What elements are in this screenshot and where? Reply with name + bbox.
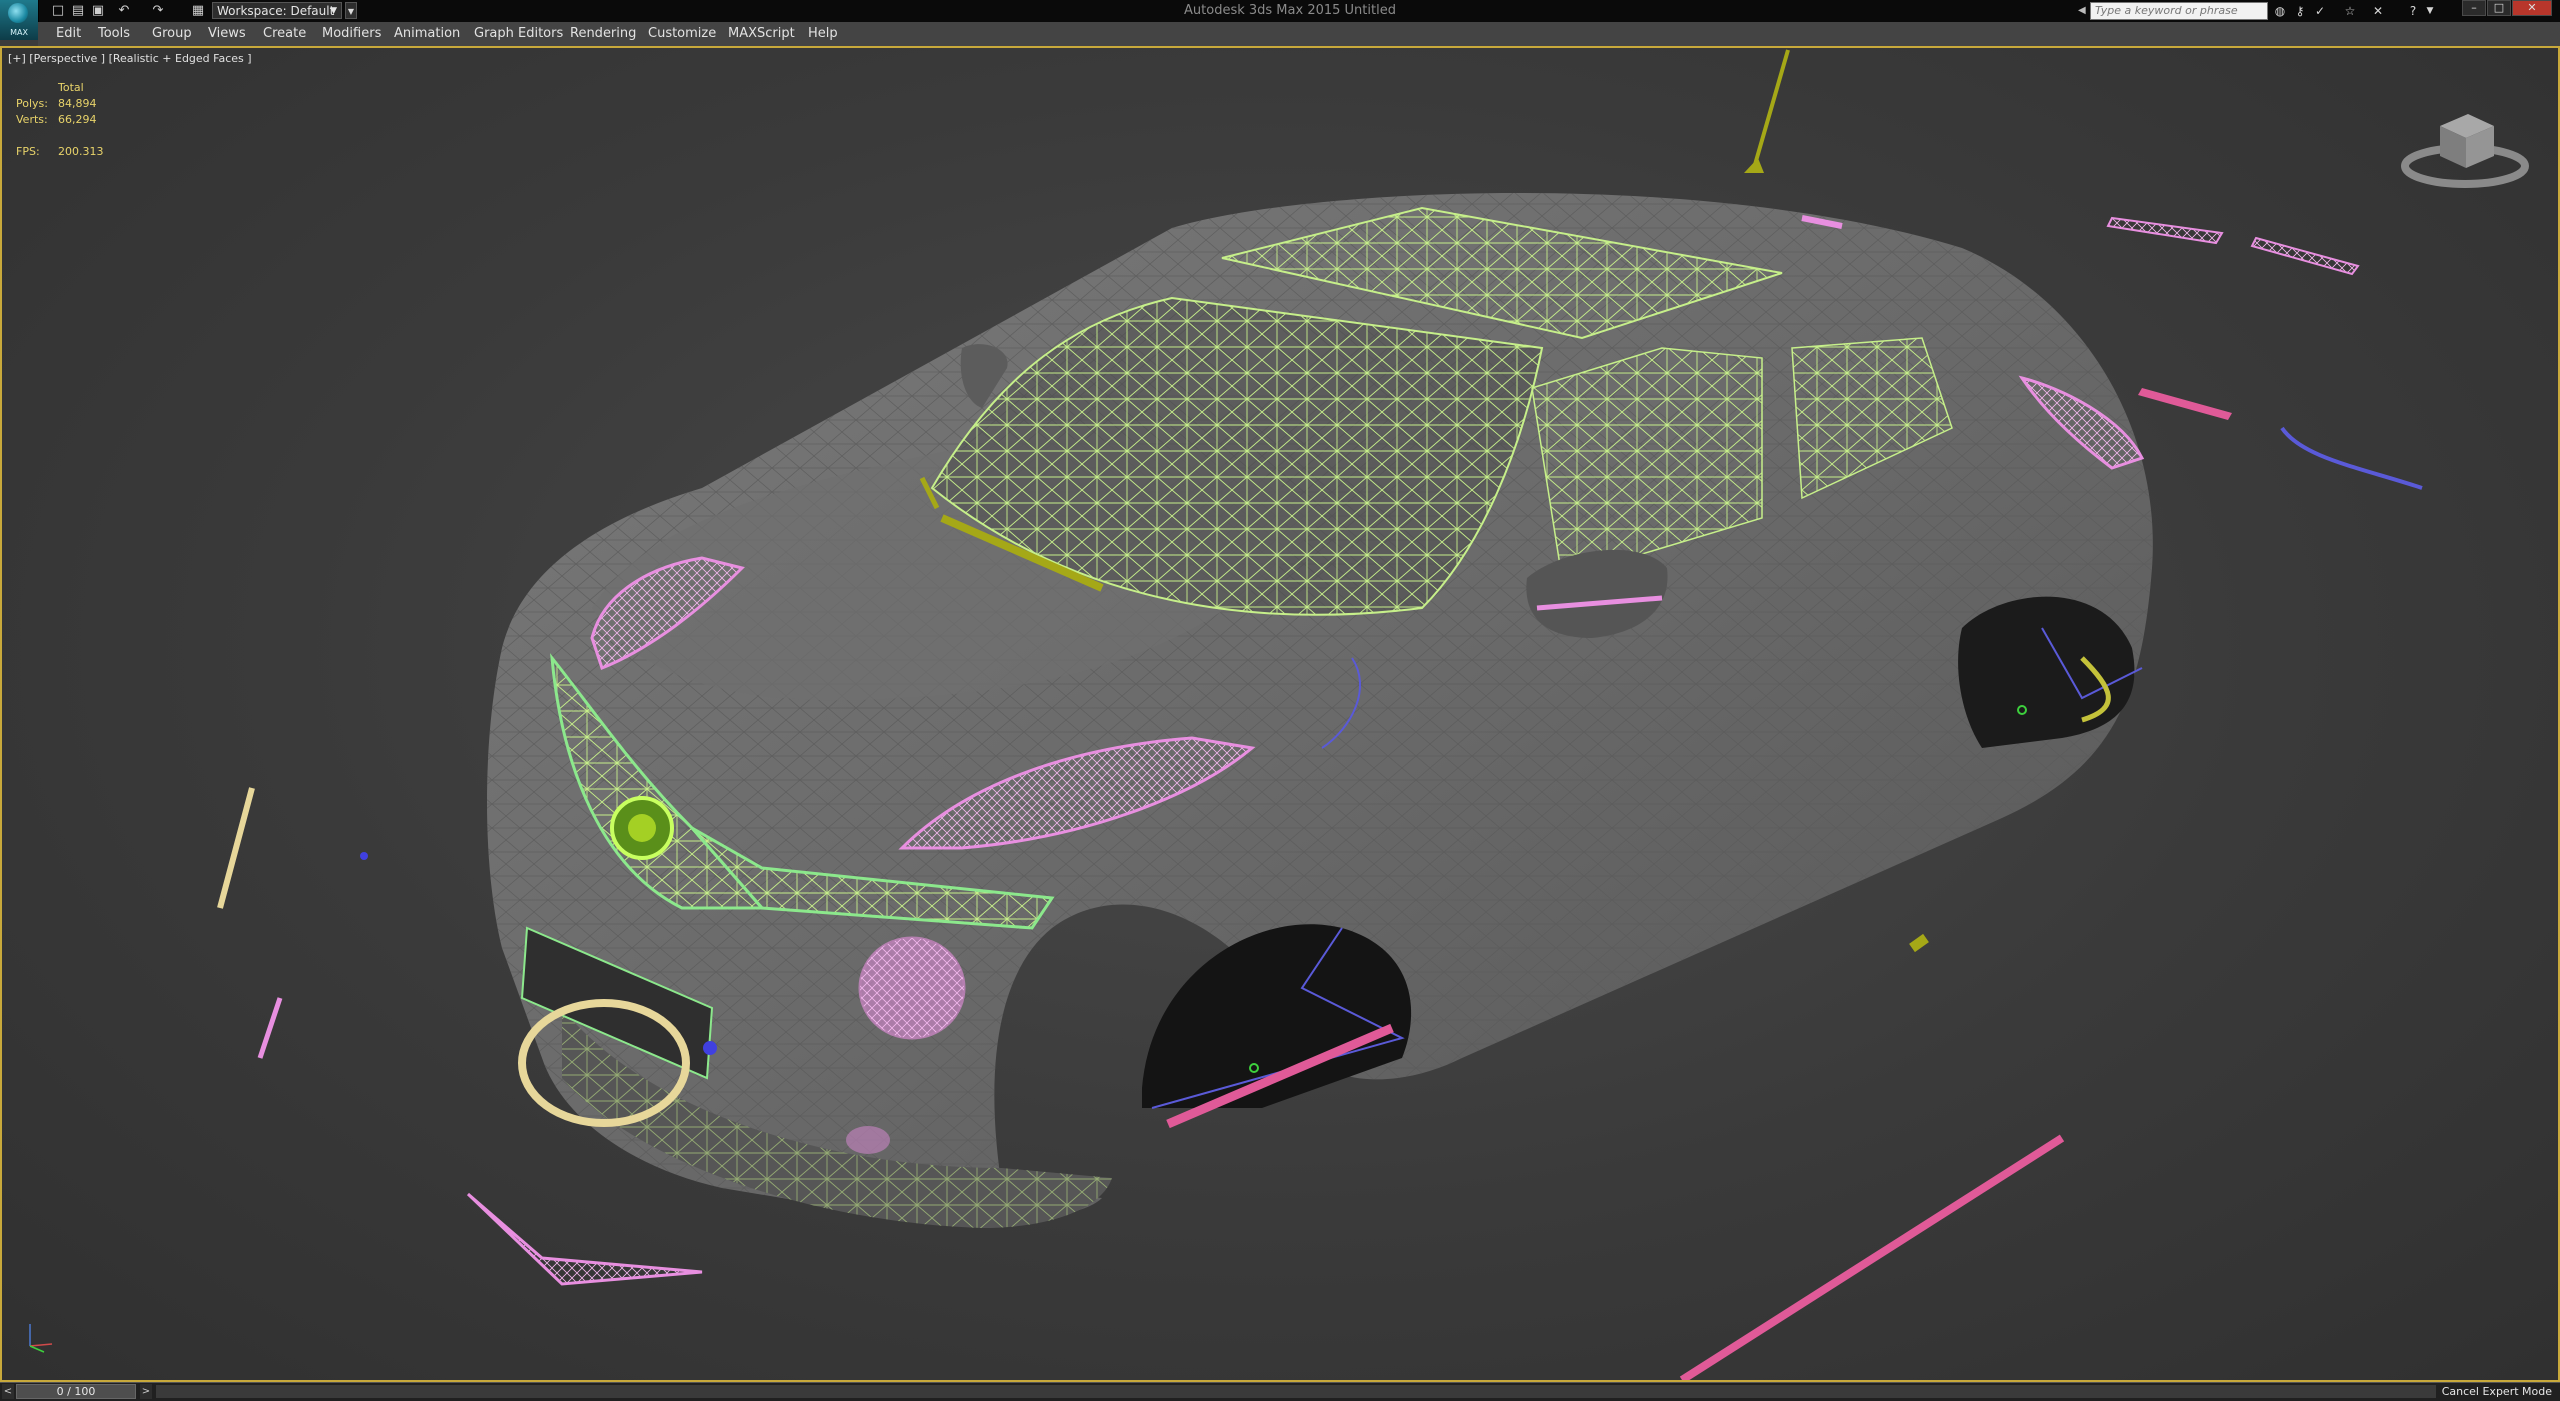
time-slider-prev-button[interactable]: < bbox=[2, 1384, 14, 1399]
help-icon[interactable]: ? bbox=[2405, 3, 2421, 19]
menu-help[interactable]: Help bbox=[808, 22, 838, 46]
pivot-point-blue bbox=[703, 1041, 717, 1055]
search-input[interactable]: Type a keyword or phrase bbox=[2090, 2, 2268, 20]
polys-value: 84,894 bbox=[58, 97, 97, 110]
scene-3d-render[interactable] bbox=[2, 48, 2558, 1380]
menu-customize[interactable]: Customize bbox=[648, 22, 716, 46]
time-slider[interactable]: 0 / 100 bbox=[16, 1384, 136, 1399]
workspace-menu-button[interactable]: ▼ bbox=[345, 2, 357, 19]
floating-part-magenta[interactable] bbox=[2138, 388, 2232, 420]
key-icon[interactable]: ⚷ bbox=[2292, 3, 2308, 19]
binoculars-icon[interactable]: ◍ bbox=[2272, 3, 2288, 19]
perspective-viewport[interactable]: [+] [Perspective ] [Realistic + Edged Fa… bbox=[0, 46, 2560, 1382]
workspace-dropdown[interactable]: Workspace: Default ▼ bbox=[212, 2, 342, 19]
workspace-label: Workspace: Default bbox=[217, 4, 335, 18]
menu-rendering[interactable]: Rendering bbox=[570, 22, 636, 46]
cancel-expert-mode-button[interactable]: Cancel Expert Mode bbox=[2440, 1383, 2558, 1401]
star-icon[interactable]: ☆ bbox=[2342, 3, 2358, 19]
track-bar[interactable] bbox=[156, 1385, 2436, 1398]
menu-edit[interactable]: Edit bbox=[56, 22, 81, 46]
polys-label: Polys: bbox=[16, 97, 48, 110]
undo-icon[interactable]: ↶ bbox=[116, 3, 132, 19]
project-icon[interactable]: ▦ bbox=[190, 3, 206, 19]
fog-light-round[interactable] bbox=[858, 936, 966, 1040]
viewport-label[interactable]: [+] [Perspective ] [Realistic + Edged Fa… bbox=[8, 52, 252, 65]
collapse-arrow-icon[interactable]: ◀ bbox=[2078, 3, 2086, 19]
pivot-point-blue-small bbox=[360, 852, 368, 860]
menu-views[interactable]: Views bbox=[208, 22, 246, 46]
save-icon[interactable]: ▣ bbox=[90, 3, 106, 19]
communication-icon[interactable]: ✓ bbox=[2312, 3, 2328, 19]
new-file-icon[interactable]: □ bbox=[50, 3, 66, 19]
window-title: Autodesk 3ds Max 2015 Untitled bbox=[1184, 3, 1396, 18]
menu-graph-editors[interactable]: Graph Editors bbox=[474, 22, 563, 46]
floating-part-blue[interactable] bbox=[2280, 426, 2423, 490]
menu-create[interactable]: Create bbox=[263, 22, 306, 46]
menu-modifiers[interactable]: Modifiers bbox=[322, 22, 381, 46]
help-dropdown-icon[interactable]: ▼ bbox=[2422, 3, 2438, 19]
viewcube-icon[interactable] bbox=[2400, 104, 2530, 194]
x-icon[interactable]: ✕ bbox=[2370, 3, 2386, 19]
verts-label: Verts: bbox=[16, 113, 48, 126]
max-logo-icon bbox=[8, 3, 28, 23]
floating-part-olive[interactable] bbox=[1909, 933, 1929, 953]
time-slider-next-button[interactable]: > bbox=[140, 1384, 152, 1399]
menu-animation[interactable]: Animation bbox=[394, 22, 460, 46]
floating-part-pink-trim[interactable] bbox=[466, 1192, 703, 1286]
minimize-button[interactable]: – bbox=[2462, 0, 2486, 16]
stats-header: Total bbox=[58, 81, 84, 94]
floating-part-pink-upper-1[interactable] bbox=[2106, 216, 2224, 245]
fps-value: 200.313 bbox=[58, 145, 104, 158]
redo-icon[interactable]: ↷ bbox=[150, 3, 166, 19]
logo-text: MAX bbox=[10, 28, 28, 37]
application-button[interactable]: MAX bbox=[0, 0, 39, 40]
close-button[interactable]: ✕ bbox=[2512, 0, 2552, 16]
fps-label: FPS: bbox=[16, 145, 40, 158]
chevron-down-icon: ▼ bbox=[330, 6, 337, 16]
verts-value: 66,294 bbox=[58, 113, 97, 126]
menu-bar: Edit Tools Group Views Create Modifiers … bbox=[38, 22, 2560, 47]
floating-part-rocker[interactable] bbox=[1679, 1134, 2065, 1380]
open-file-icon[interactable]: ▤ bbox=[70, 3, 86, 19]
floating-part-pink-small[interactable] bbox=[257, 997, 283, 1059]
maximize-button[interactable]: □ bbox=[2487, 0, 2511, 16]
menu-tools[interactable]: Tools bbox=[98, 22, 130, 46]
viewport-statistics: Total Polys: 84,894 Verts: 66,294 FPS: 200.… bbox=[16, 80, 216, 160]
menu-maxscript[interactable]: MAXScript bbox=[728, 22, 795, 46]
title-bar: Autodesk 3ds Max 2015 Untitled □ ▤ ▣ ↶ ↷… bbox=[0, 0, 2560, 23]
status-bar: < 0 / 100 > Cancel Expert Mode bbox=[0, 1382, 2560, 1401]
menu-group[interactable]: Group bbox=[152, 22, 192, 46]
fog-light-small[interactable] bbox=[846, 1126, 890, 1154]
axis-tripod-icon bbox=[29, 1324, 53, 1353]
floating-part-yellow-strip[interactable] bbox=[217, 787, 255, 909]
floating-part-pink-upper-2[interactable] bbox=[2250, 236, 2360, 276]
